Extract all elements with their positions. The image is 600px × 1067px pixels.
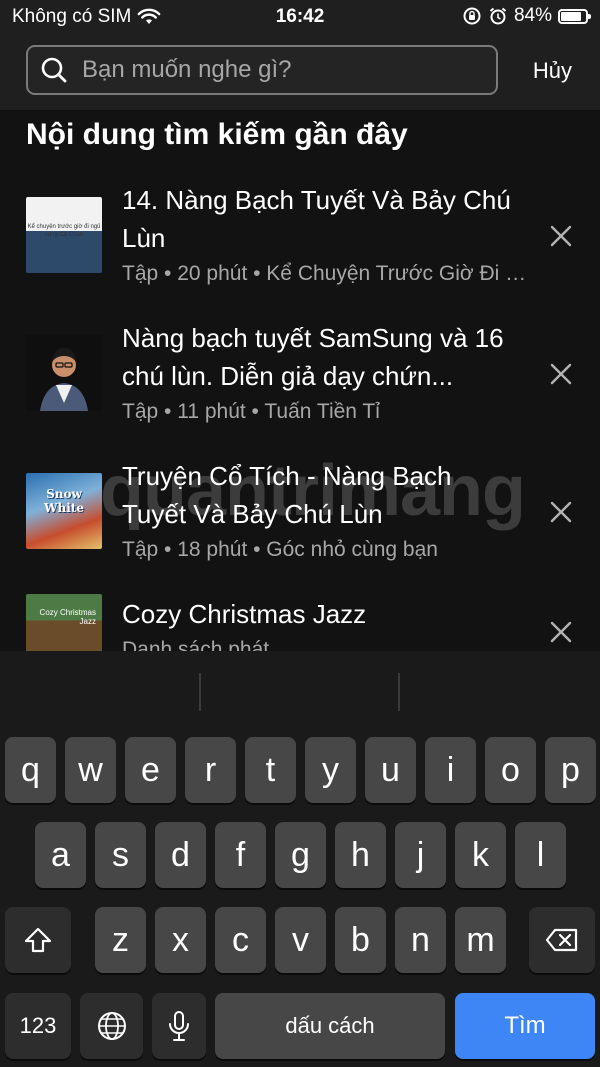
key-y[interactable]: y	[305, 737, 356, 803]
person-illustration	[26, 335, 102, 411]
key-f[interactable]: f	[215, 822, 266, 888]
battery-icon	[558, 8, 591, 24]
cancel-button[interactable]: Hủy	[533, 58, 572, 84]
search-icon	[41, 57, 67, 83]
key-g[interactable]: g	[275, 822, 326, 888]
key-q[interactable]: q	[5, 737, 56, 803]
key-v[interactable]: v	[275, 907, 326, 973]
item-title: 14. Nàng Bạch Tuyết Và Bảy Chú Lùn	[122, 185, 511, 253]
key-b[interactable]: b	[335, 907, 386, 973]
list-item[interactable]: Cozy Christmas Jazz Cozy Christmas Jazz …	[0, 590, 600, 651]
key-j[interactable]: j	[395, 822, 446, 888]
key-r[interactable]: r	[185, 737, 236, 803]
key-u[interactable]: u	[365, 737, 416, 803]
key-n[interactable]: n	[395, 907, 446, 973]
battery-fill	[561, 11, 581, 21]
key-o[interactable]: o	[485, 737, 536, 803]
key-s[interactable]: s	[95, 822, 146, 888]
item-subtitle: Danh sách phát	[122, 638, 270, 651]
key-e[interactable]: e	[125, 737, 176, 803]
list-item[interactable]: Kể chuyện trước giờ đi ngủ cùng Cô Chan …	[0, 176, 600, 314]
key-t[interactable]: t	[245, 737, 296, 803]
microphone-key[interactable]	[152, 993, 206, 1059]
keyboard: q w e r t y u i o p a s d f g h j k l z …	[0, 651, 600, 1067]
thumbnail-caption: Kể chuyện trước giờ đi ngủ cùng Cô Chan	[27, 224, 101, 238]
key-a[interactable]: a	[35, 822, 86, 888]
watermark: quantrimang	[100, 451, 526, 531]
keyboard-suggestion-bar	[0, 651, 600, 733]
remove-icon[interactable]	[549, 224, 573, 248]
suggestion-divider	[398, 673, 400, 711]
key-k[interactable]: k	[455, 822, 506, 888]
key-c[interactable]: c	[215, 907, 266, 973]
numbers-key[interactable]: 123	[5, 993, 71, 1059]
key-z[interactable]: z	[95, 907, 146, 973]
battery-percent: 84%	[513, 5, 552, 26]
key-p[interactable]: p	[545, 737, 596, 803]
list-item[interactable]: Nàng bạch tuyết SamSung và 16 chú lùn. D…	[0, 314, 600, 452]
key-h[interactable]: h	[335, 822, 386, 888]
space-key[interactable]: dấu cách	[215, 993, 445, 1059]
shift-icon	[24, 927, 52, 953]
microphone-icon	[169, 1011, 189, 1041]
thumbnail-caption: Snow White	[44, 487, 84, 515]
item-subtitle: Tập • 20 phút • Kể Chuyện Trước Giờ Đi N…	[122, 262, 532, 285]
backspace-key[interactable]	[529, 907, 595, 973]
item-subtitle: Tập • 18 phút • Góc nhỏ cùng bạn	[122, 538, 438, 561]
key-d[interactable]: d	[155, 822, 206, 888]
episode-thumbnail	[26, 335, 102, 411]
status-right: 84%	[462, 5, 591, 27]
search-input[interactable]	[80, 55, 496, 85]
section-title: Nội dung tìm kiếm gần đây	[26, 118, 408, 151]
recent-search-list: Kể chuyện trước giờ đi ngủ cùng Cô Chan …	[0, 176, 600, 651]
key-x[interactable]: x	[155, 907, 206, 973]
search-header: Hủy	[0, 34, 600, 110]
search-box[interactable]	[26, 45, 498, 95]
key-i[interactable]: i	[425, 737, 476, 803]
suggestion-divider	[199, 673, 201, 711]
orientation-lock-icon	[463, 7, 481, 25]
remove-icon[interactable]	[549, 620, 573, 644]
remove-icon[interactable]	[549, 500, 573, 524]
episode-thumbnail: Kể chuyện trước giờ đi ngủ cùng Cô Chan	[26, 197, 102, 273]
search-go-key[interactable]: Tìm	[455, 993, 595, 1059]
playlist-thumbnail: Cozy Christmas Jazz	[26, 594, 102, 651]
item-title: Nàng bạch tuyết SamSung và 16 chú lùn. D…	[122, 323, 504, 391]
shift-key[interactable]	[5, 907, 71, 973]
key-l[interactable]: l	[515, 822, 566, 888]
item-title: Cozy Christmas Jazz	[122, 599, 367, 629]
remove-icon[interactable]	[549, 362, 573, 386]
status-bar: Không có SIM 16:42 84%	[0, 0, 600, 34]
alarm-icon	[489, 7, 507, 25]
item-subtitle: Tập • 11 phút • Tuấn Tiền Tỉ	[122, 400, 380, 423]
episode-thumbnail: Snow White	[26, 473, 102, 549]
thumbnail-caption: Cozy Christmas Jazz	[39, 608, 96, 626]
key-w[interactable]: w	[65, 737, 116, 803]
backspace-icon	[545, 928, 578, 952]
globe-key[interactable]	[80, 993, 143, 1059]
globe-icon	[97, 1012, 126, 1040]
key-m[interactable]: m	[455, 907, 506, 973]
